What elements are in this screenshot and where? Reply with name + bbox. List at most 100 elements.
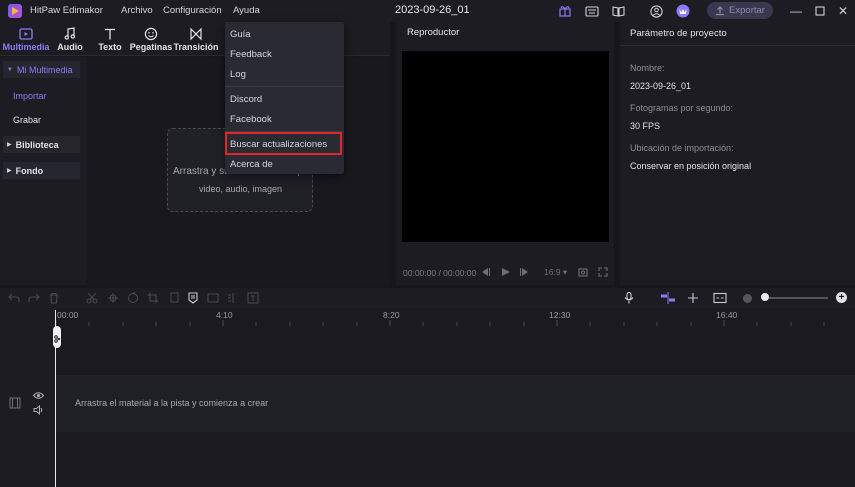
prev-frame-icon[interactable]: [481, 267, 491, 277]
menu-ayuda[interactable]: Ayuda: [233, 5, 260, 16]
minimize-icon[interactable]: —: [788, 3, 804, 19]
nav-importar-label: Importar: [13, 90, 47, 101]
film-icon: [9, 397, 21, 409]
tab-transicion-label: Transición: [173, 41, 219, 52]
crop-icon[interactable]: [147, 292, 159, 304]
upload-icon: [716, 5, 725, 15]
caret-down-icon: ▼: [7, 66, 13, 73]
close-icon[interactable]: ✕: [835, 3, 851, 19]
ruler-tick-label: 16:40: [716, 310, 738, 320]
params-title: Parámetro de proyecto: [630, 28, 727, 39]
player-title: Reproductor: [407, 27, 460, 38]
player-panel: Reproductor 00:00:00 / 00:00:00 16:9 ▾: [396, 22, 614, 285]
export-label: Exportar: [729, 5, 765, 16]
nav-importar[interactable]: Importar: [3, 87, 80, 104]
fps-label: Fotogramas por segundo:: [630, 103, 734, 113]
fullscreen-icon[interactable]: [598, 267, 608, 277]
export-button[interactable]: Exportar: [707, 2, 773, 19]
eye-icon[interactable]: [33, 391, 44, 400]
premium-icon[interactable]: [675, 3, 691, 19]
nav-mi-multimedia[interactable]: ▼ Mi Multimedia: [3, 61, 80, 78]
nav-fondo[interactable]: ▶ Fondo: [3, 162, 80, 179]
rotate-icon[interactable]: [127, 292, 139, 304]
zoom-slider-handle[interactable]: [761, 293, 769, 301]
next-frame-icon[interactable]: [519, 267, 529, 277]
timeline-ruler[interactable]: 00:00 4:10 8:20 12:30 16:40: [0, 308, 855, 326]
player-screen: [402, 51, 609, 242]
track-headers: [0, 308, 56, 487]
maximize-icon[interactable]: [812, 3, 828, 19]
duplicate-icon[interactable]: [168, 292, 180, 304]
scissors-icon: [54, 335, 61, 343]
undo-icon[interactable]: [8, 292, 20, 304]
nav-biblioteca-label: Biblioteca: [15, 139, 59, 150]
caret-right-icon: ▶: [7, 142, 12, 148]
book-icon[interactable]: [610, 3, 626, 19]
keyboard-icon[interactable]: [584, 3, 600, 19]
tab-multimedia[interactable]: Multimedia: [3, 24, 50, 54]
add-text-icon[interactable]: [247, 292, 259, 304]
zoom-in-icon[interactable]: +: [836, 292, 847, 303]
import-location-label: Ubicación de importación:: [630, 143, 734, 153]
menu-item-discord[interactable]: Discord: [230, 94, 262, 105]
playhead-handle[interactable]: [53, 326, 61, 348]
split-track-icon[interactable]: [687, 292, 699, 304]
nav-fondo-label: Fondo: [15, 165, 44, 176]
ruler-tick-label: 00:00: [57, 310, 79, 320]
zoom-out-icon[interactable]: [743, 294, 752, 303]
import-location-value: Conservar en posición original: [630, 161, 752, 171]
fps-value: 30 FPS: [630, 121, 661, 131]
mirror-icon[interactable]: [227, 292, 239, 304]
tab-pegatinas-label: Pegatinas: [129, 41, 173, 52]
highlight-box: [225, 132, 342, 155]
media-sidebar: ▼ Mi Multimedia Importar Grabar ▶ Biblio…: [0, 57, 86, 285]
ruler-tick-label: 4:10: [216, 310, 233, 320]
menu-archivo[interactable]: Archivo: [121, 5, 153, 16]
bowtie-icon: [190, 27, 202, 40]
ruler-tick-label: 12:30: [549, 310, 571, 320]
player-time: 00:00:00 / 00:00:00: [403, 268, 477, 278]
fit-icon[interactable]: [713, 292, 727, 304]
freeze-icon[interactable]: [207, 292, 219, 304]
nav-biblioteca[interactable]: ▶ Biblioteca: [3, 136, 80, 153]
aspect-ratio-select[interactable]: 16:9 ▾: [544, 267, 567, 278]
timeline-toolbar: +: [0, 288, 855, 308]
menu-item-acerca-de[interactable]: Acerca de: [230, 159, 273, 170]
delete-icon[interactable]: [48, 292, 60, 304]
tab-audio[interactable]: Audio: [54, 24, 86, 54]
play-square-icon: [19, 27, 33, 40]
tab-texto-label: Texto: [98, 41, 122, 52]
microphone-icon[interactable]: [623, 292, 635, 304]
project-title: 2023-09-26_01: [395, 4, 470, 16]
split-icon[interactable]: [86, 292, 98, 304]
snap-icon[interactable]: [660, 292, 676, 304]
menu-item-facebook[interactable]: Facebook: [230, 114, 272, 125]
music-note-icon: [64, 26, 75, 40]
play-icon[interactable]: [501, 267, 511, 277]
ruler-tick-label: 8:20: [383, 310, 400, 320]
nav-grabar[interactable]: Grabar: [3, 111, 80, 128]
tab-texto[interactable]: Texto: [95, 24, 125, 54]
move-icon[interactable]: [107, 292, 119, 304]
menu-item-feedback[interactable]: Feedback: [230, 49, 272, 60]
tab-audio-label: Audio: [57, 41, 83, 52]
ruler-ticks: [56, 320, 825, 326]
volume-icon[interactable]: [33, 405, 44, 415]
menu-item-log[interactable]: Log: [230, 69, 246, 80]
snapshot-icon[interactable]: [578, 267, 588, 277]
tab-pegatinas[interactable]: Pegatinas: [130, 24, 172, 54]
tab-transicion[interactable]: Transición: [173, 24, 219, 54]
account-icon[interactable]: [648, 3, 664, 19]
zoom-slider-track[interactable]: [764, 297, 828, 299]
app-logo-icon: [8, 4, 22, 18]
menu-separator: [225, 86, 344, 87]
params-header: Parámetro de proyecto: [620, 22, 855, 46]
player-controls: 00:00:00 / 00:00:00 16:9 ▾: [396, 262, 614, 282]
menu-item-guia[interactable]: Guía: [230, 29, 251, 40]
name-value: 2023-09-26_01: [630, 81, 692, 91]
redo-icon[interactable]: [28, 292, 40, 304]
gift-icon[interactable]: [557, 3, 573, 19]
app-name: HitPaw Edimakor: [30, 5, 103, 16]
marker-icon[interactable]: [187, 292, 199, 304]
menu-configuracion[interactable]: Configuración: [163, 5, 222, 16]
